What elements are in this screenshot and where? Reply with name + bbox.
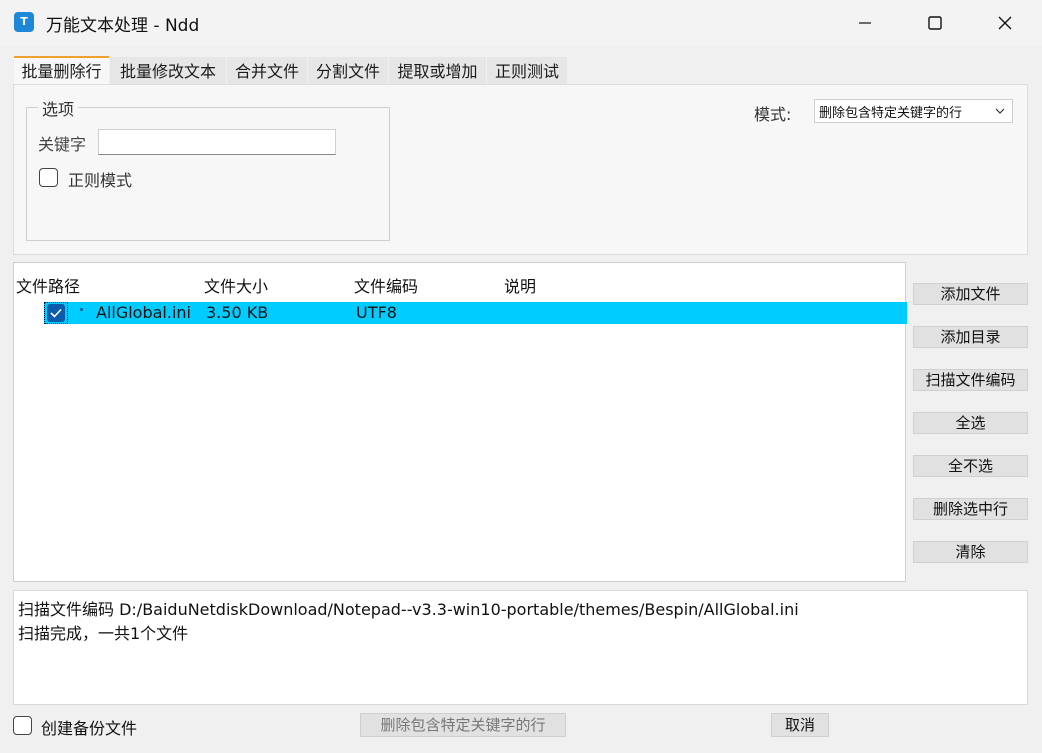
mode-label: 模式: bbox=[754, 105, 792, 124]
column-header-encoding[interactable]: 文件编码 bbox=[354, 273, 418, 297]
file-list-table[interactable]: 文件路径 文件大小 文件编码 说明 AllGlobal.ini 3.50 KB … bbox=[13, 262, 907, 582]
options-group-title: 选项 bbox=[38, 96, 79, 120]
add-file-button[interactable]: 添加文件 bbox=[913, 283, 1028, 305]
tab-split-file[interactable]: 分割文件 bbox=[308, 57, 388, 84]
maximize-button[interactable] bbox=[900, 0, 970, 46]
tab-regex-test[interactable]: 正则测试 bbox=[487, 57, 567, 84]
keyword-input[interactable] bbox=[98, 129, 336, 155]
run-delete-button[interactable]: 删除包含特定关键字的行 bbox=[360, 713, 566, 737]
mode-selected-value: 删除包含特定关键字的行 bbox=[819, 106, 963, 121]
close-button[interactable] bbox=[970, 0, 1040, 46]
app-icon: T bbox=[14, 12, 34, 32]
tab-batch-modify-text[interactable]: 批量修改文本 bbox=[110, 57, 226, 84]
regex-mode-checkbox[interactable] bbox=[39, 168, 58, 187]
minimize-button[interactable] bbox=[830, 0, 900, 46]
mode-select[interactable]: 删除包含特定关键字的行 bbox=[814, 99, 1013, 123]
select-none-button[interactable]: 全不选 bbox=[913, 455, 1028, 477]
tab-extract-or-add[interactable]: 提取或增加 bbox=[389, 57, 486, 84]
cell-encoding: UTF8 bbox=[356, 303, 397, 322]
scan-encoding-button[interactable]: 扫描文件编码 bbox=[913, 369, 1028, 391]
select-all-button[interactable]: 全选 bbox=[913, 412, 1028, 434]
create-backup-label: 创建备份文件 bbox=[41, 719, 138, 738]
clear-button[interactable]: 清除 bbox=[913, 541, 1028, 563]
log-line: 扫描文件编码 D:/BaiduNetdiskDownload/Notepad--… bbox=[18, 600, 799, 619]
log-output[interactable]: 扫描文件编码 D:/BaiduNetdiskDownload/Notepad--… bbox=[13, 590, 1028, 705]
column-header-size[interactable]: 文件大小 bbox=[204, 273, 268, 297]
options-panel: 选项 关键字 正则模式 模式: 删除包含特定关键字的行 bbox=[13, 84, 1028, 255]
tab-batch-delete-lines[interactable]: 批量删除行 bbox=[14, 56, 109, 85]
title-bar[interactable]: T 万能文本处理 - Ndd bbox=[0, 0, 1042, 46]
table-row[interactable]: AllGlobal.ini 3.50 KB UTF8 bbox=[44, 302, 907, 324]
cell-size: 3.50 KB bbox=[206, 303, 269, 322]
close-icon bbox=[998, 16, 1012, 30]
maximize-icon bbox=[928, 16, 942, 30]
file-icon bbox=[80, 308, 83, 311]
column-header-note[interactable]: 说明 bbox=[504, 273, 536, 297]
regex-mode-label: 正则模式 bbox=[68, 171, 133, 190]
row-checkbox[interactable] bbox=[47, 304, 65, 322]
delete-selected-rows-button[interactable]: 删除选中行 bbox=[913, 498, 1028, 520]
window-title: 万能文本处理 - Ndd bbox=[46, 16, 200, 36]
chevron-down-icon bbox=[995, 108, 1005, 114]
cancel-button[interactable]: 取消 bbox=[771, 713, 829, 737]
column-header-path[interactable]: 文件路径 bbox=[16, 273, 80, 297]
cell-path: AllGlobal.ini bbox=[96, 303, 191, 322]
create-backup-checkbox[interactable] bbox=[13, 716, 32, 735]
tab-merge-files[interactable]: 合并文件 bbox=[227, 57, 307, 84]
add-directory-button[interactable]: 添加目录 bbox=[913, 326, 1028, 348]
checkmark-icon bbox=[50, 308, 62, 318]
minimize-icon bbox=[859, 22, 871, 24]
keyword-label: 关键字 bbox=[38, 135, 87, 154]
log-line: 扫描完成，一共1个文件 bbox=[18, 624, 189, 643]
